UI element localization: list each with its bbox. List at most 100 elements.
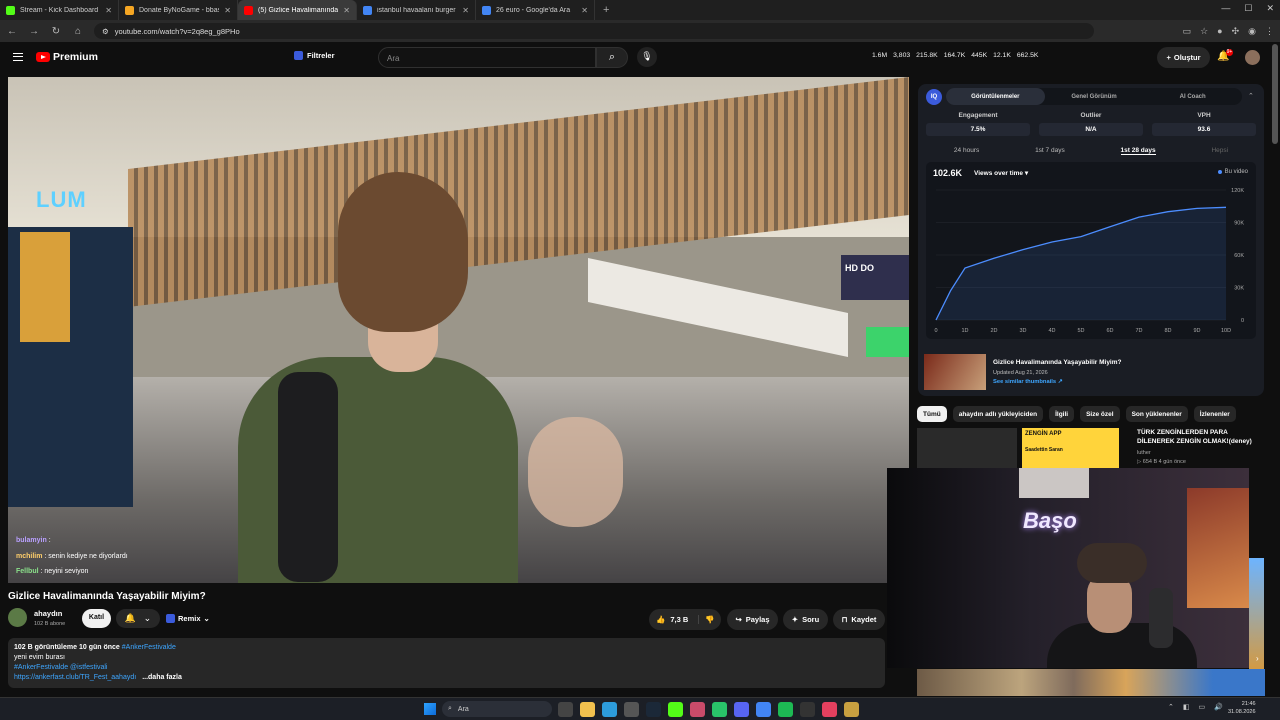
browser-tab[interactable]: (5) Gizlice Havalimanında Yaşa ✕ bbox=[238, 0, 357, 20]
bookmark-star-icon[interactable]: ☆ bbox=[1200, 26, 1208, 37]
filter-chip[interactable]: İlgili bbox=[1049, 406, 1075, 422]
views-over-time-dropdown[interactable]: Views over time ▾ bbox=[974, 169, 1028, 177]
spotify-green-icon[interactable] bbox=[712, 702, 727, 717]
dislike-button[interactable]: 👎 bbox=[699, 615, 721, 624]
range-tab[interactable]: Hepsi bbox=[1211, 147, 1228, 155]
browser-tab[interactable]: istanbul havaalanı burger king ✕ bbox=[357, 0, 476, 20]
metric-value: 93.6 bbox=[1152, 123, 1256, 136]
back-icon[interactable]: ← bbox=[6, 26, 18, 37]
app-red-icon[interactable] bbox=[822, 702, 837, 717]
tab-close-icon[interactable]: ✕ bbox=[105, 6, 112, 15]
collapse-chevron-icon[interactable]: ⌃ bbox=[1248, 92, 1254, 100]
y-tick-label: 90K bbox=[1234, 221, 1244, 227]
range-tab[interactable]: 1st 28 days bbox=[1120, 147, 1156, 155]
recommendation-channel[interactable]: luther bbox=[1137, 450, 1151, 456]
search-input[interactable]: Ara bbox=[378, 47, 596, 68]
range-tab[interactable]: 1st 7 days bbox=[1035, 147, 1065, 155]
create-button[interactable]: + Oluştur bbox=[1157, 47, 1210, 68]
spotify-icon[interactable] bbox=[778, 702, 793, 717]
close-window-button[interactable]: ✕ bbox=[1266, 3, 1274, 14]
site-info-icon[interactable]: ⚙ bbox=[102, 27, 109, 36]
panel-tab[interactable]: Görüntülenmeler bbox=[946, 88, 1045, 105]
extension-icon[interactable]: ● bbox=[1217, 26, 1222, 37]
taskbar-clock[interactable]: 21:46 31.08.2026 bbox=[1228, 700, 1256, 716]
subscribe-bell-button[interactable]: 🔔 ⌄ bbox=[116, 609, 160, 628]
next-arrow-icon[interactable]: › bbox=[1256, 654, 1259, 663]
video-player[interactable]: LUM HD DO bulamyin : mchilim : senin kedi… bbox=[8, 77, 909, 583]
app-icon[interactable] bbox=[690, 702, 705, 717]
filter-chip[interactable]: Son yüklenenler bbox=[1125, 406, 1188, 422]
kebab-menu-icon[interactable]: ⋮ bbox=[1265, 26, 1274, 37]
filter-chip[interactable]: Tümü bbox=[917, 406, 947, 422]
tab-close-icon[interactable]: ✕ bbox=[224, 6, 231, 15]
chrome-icon[interactable] bbox=[756, 702, 771, 717]
filter-chip[interactable]: ahaydın adlı yükleyiciden bbox=[952, 406, 1044, 422]
github-icon[interactable] bbox=[624, 702, 639, 717]
filter-chip[interactable]: İzlenenler bbox=[1193, 406, 1236, 422]
share-button[interactable]: ↪ Paylaş bbox=[727, 609, 778, 630]
tab-close-icon[interactable]: ✕ bbox=[343, 6, 350, 15]
steam-icon[interactable] bbox=[646, 702, 661, 717]
file-explorer-icon[interactable] bbox=[580, 702, 595, 717]
recommendation-title[interactable]: TÜRK ZENGİNLERDEN PARA DİLENEREK ZENGİN … bbox=[1137, 428, 1262, 446]
taskbar-search[interactable]: ⌕ Ara bbox=[442, 701, 552, 717]
url-field[interactable]: ⚙ youtube.com/watch?v=2q8eg_g8PHo bbox=[94, 23, 1094, 39]
forward-icon[interactable]: → bbox=[28, 26, 40, 37]
filter-chip[interactable]: Size özel bbox=[1080, 406, 1120, 422]
panel-tab[interactable]: AI Coach bbox=[1143, 88, 1242, 105]
streamdeck-icon[interactable] bbox=[800, 702, 815, 717]
ask-button[interactable]: ✦ Soru bbox=[783, 609, 828, 630]
kick-icon[interactable] bbox=[668, 702, 683, 717]
volume-icon[interactable]: 🔊 bbox=[1214, 703, 1223, 711]
filters-button[interactable]: Filtreler bbox=[294, 51, 335, 60]
similar-thumbnails-link[interactable]: See similar thumbnails ↗ bbox=[993, 379, 1063, 385]
legend-label: Bu video bbox=[1224, 169, 1248, 175]
description-box[interactable]: 102 B görüntüleme 10 gün önce #AnkerFest… bbox=[8, 638, 885, 688]
channel-name[interactable]: ahaydın bbox=[34, 609, 62, 618]
save-button[interactable]: ⊓ Kaydet bbox=[833, 609, 885, 630]
tray-app-icon[interactable]: ◧ bbox=[1183, 703, 1190, 711]
page-scrollbar[interactable] bbox=[1272, 44, 1278, 144]
recommendation-item[interactable]: ZENGİN APP Saadettin Saran TÜRK ZENGİNLE… bbox=[917, 428, 1267, 468]
network-icon[interactable]: ▭ bbox=[1199, 703, 1206, 711]
browser-tab[interactable]: Donate ByNoGame - bbasho D ✕ bbox=[119, 0, 238, 20]
x-tick-label: 8D bbox=[1164, 328, 1171, 334]
account-avatar[interactable] bbox=[1245, 50, 1260, 65]
hashtag[interactable]: #AnkerFestivalde bbox=[122, 644, 176, 651]
panel-tab[interactable]: Genel Görünüm bbox=[1045, 88, 1144, 105]
search-button[interactable]: ⌕ bbox=[596, 47, 628, 68]
tab-close-icon[interactable]: ✕ bbox=[462, 6, 469, 15]
home-icon[interactable]: ⌂ bbox=[72, 26, 84, 37]
description-link[interactable]: https://ankerfast.club/TR_Fest_aahaydı bbox=[14, 674, 136, 681]
new-tab-button[interactable]: + bbox=[595, 4, 617, 16]
windows-start-icon[interactable] bbox=[424, 703, 436, 715]
like-button[interactable]: 👍 7,3 B bbox=[649, 615, 699, 624]
join-button[interactable]: Katıl bbox=[82, 609, 111, 628]
tab-close-icon[interactable]: ✕ bbox=[581, 6, 588, 15]
views-chart-card: 102.6K Views over time ▾ Bu video 0 30K 60… bbox=[926, 162, 1256, 339]
channel-avatar[interactable] bbox=[8, 608, 27, 627]
tab-title: Stream - Kick Dashboard bbox=[20, 6, 99, 14]
description-tags[interactable]: #AnkerFestivalde @istfestivali bbox=[14, 663, 879, 673]
discord-icon[interactable] bbox=[734, 702, 749, 717]
voice-search-button[interactable]: 🎙 bbox=[637, 47, 657, 67]
taskbar-apps bbox=[558, 702, 859, 717]
youtube-premium-logo[interactable]: Premium bbox=[36, 51, 98, 63]
task-view-icon[interactable] bbox=[558, 702, 573, 717]
reload-icon[interactable]: ↻ bbox=[50, 26, 62, 37]
puzzle-icon[interactable]: ✣ bbox=[1232, 26, 1240, 37]
browser-tab[interactable]: 26 euro - Google'da Ara ✕ bbox=[476, 0, 595, 20]
remix-button[interactable]: Remix ⌄ bbox=[166, 609, 218, 628]
app-gold-icon[interactable] bbox=[844, 702, 859, 717]
hamburger-menu-icon[interactable] bbox=[13, 53, 23, 61]
obs-icon[interactable] bbox=[602, 702, 617, 717]
minimize-button[interactable]: — bbox=[1221, 3, 1230, 14]
youtube-play-icon bbox=[36, 52, 50, 62]
maximize-button[interactable]: ☐ bbox=[1244, 3, 1252, 14]
tray-chevron-icon[interactable]: ⌃ bbox=[1168, 703, 1174, 711]
range-tab[interactable]: 24 hours bbox=[954, 147, 979, 155]
cast-icon[interactable]: ▭ bbox=[1183, 26, 1192, 37]
profile-icon[interactable]: ◉ bbox=[1248, 26, 1256, 37]
show-more-button[interactable]: ...daha fazla bbox=[142, 674, 182, 681]
browser-tab[interactable]: Stream - Kick Dashboard ✕ bbox=[0, 0, 119, 20]
